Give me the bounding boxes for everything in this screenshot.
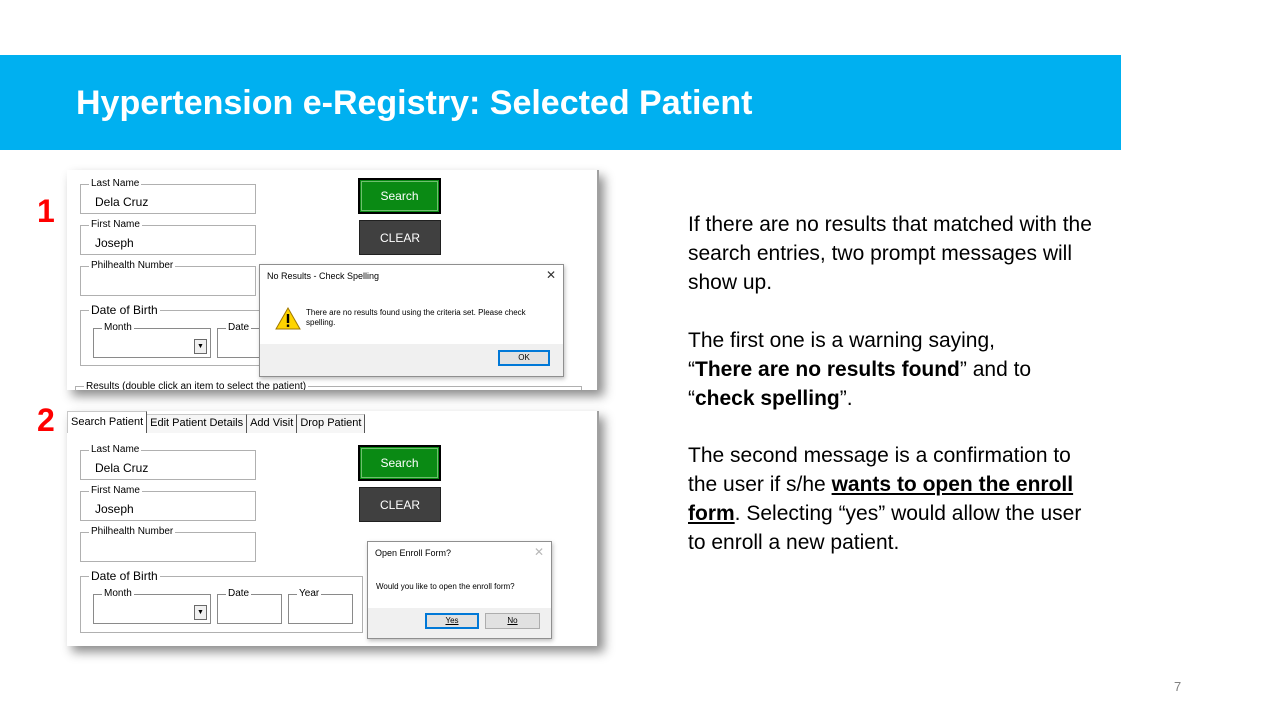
paragraph-3: The second message is a confirmation to … bbox=[688, 441, 1098, 557]
open-enroll-form-dialog: Open Enroll Form? ✕ Would you like to op… bbox=[367, 541, 552, 639]
last-name-field[interactable]: Last Name Dela Cruz bbox=[80, 443, 256, 480]
step-number-1: 1 bbox=[37, 193, 55, 229]
philhealth-field[interactable]: Philhealth Number bbox=[80, 259, 256, 296]
step-number-2: 2 bbox=[37, 402, 55, 438]
clear-button[interactable]: CLEAR bbox=[359, 487, 441, 522]
dialog-message: Would you like to open the enroll form? bbox=[376, 582, 515, 591]
close-icon[interactable]: ✕ bbox=[546, 268, 556, 282]
last-name-value: Dela Cruz bbox=[95, 461, 149, 475]
month-label: Month bbox=[102, 587, 134, 601]
dob-label: Date of Birth bbox=[89, 303, 160, 317]
paragraph-2: The first one is a warning saying, “Ther… bbox=[688, 326, 1098, 413]
results-group[interactable]: Results (double click an item to select … bbox=[75, 380, 582, 390]
date-of-birth-group: Date of Birth Month ▼ Date bbox=[80, 303, 280, 366]
month-label: Month bbox=[102, 321, 134, 335]
page-number: 7 bbox=[1174, 679, 1182, 694]
tab-strip: Search Patient Edit Patient Details Add … bbox=[67, 411, 366, 433]
search-button[interactable]: Search bbox=[358, 445, 441, 481]
date-label: Date bbox=[226, 321, 252, 335]
no-results-dialog: No Results - Check Spelling ✕ There are … bbox=[259, 264, 564, 377]
dropdown-arrow-icon[interactable]: ▼ bbox=[194, 339, 207, 354]
clear-button[interactable]: CLEAR bbox=[359, 220, 441, 255]
philhealth-field[interactable]: Philhealth Number bbox=[80, 525, 256, 562]
no-button[interactable]: No bbox=[485, 613, 540, 629]
screenshot-no-results: Last Name Dela Cruz First Name Joseph Ph… bbox=[67, 170, 599, 390]
first-name-label: First Name bbox=[89, 218, 142, 232]
date-label: Date bbox=[226, 587, 252, 601]
slide-title: Hypertension e-Registry: Selected Patien… bbox=[76, 84, 753, 122]
tab-add-visit[interactable]: Add Visit bbox=[247, 414, 298, 433]
close-icon[interactable]: ✕ bbox=[534, 545, 544, 559]
philhealth-label: Philhealth Number bbox=[89, 525, 176, 539]
last-name-value: Dela Cruz bbox=[95, 195, 149, 209]
first-name-field[interactable]: First Name Joseph bbox=[80, 218, 256, 255]
last-name-label: Last Name bbox=[89, 177, 142, 191]
dialog-footer: Yes No bbox=[368, 608, 551, 638]
screenshot-enroll-prompt: Search Patient Edit Patient Details Add … bbox=[67, 411, 599, 646]
p3-end: . Selecting “yes” would allow the user t… bbox=[688, 502, 1082, 554]
first-name-value: Joseph bbox=[95, 502, 134, 516]
p2-check-spelling-phrase: check spelling bbox=[695, 387, 840, 410]
date-of-birth-group: Date of Birth Month ▼ Date Year bbox=[80, 569, 363, 633]
p2-end: ”. bbox=[839, 387, 853, 410]
p2-and-to: ” and to bbox=[959, 358, 1032, 381]
p2-intro: The first one is a warning saying, bbox=[688, 329, 995, 352]
dob-label: Date of Birth bbox=[89, 569, 160, 583]
results-label: Results (double click an item to select … bbox=[84, 380, 309, 390]
first-name-label: First Name bbox=[89, 484, 142, 498]
p2-quote-open: “ bbox=[688, 358, 695, 381]
year-label: Year bbox=[297, 587, 322, 601]
p2-quote-open-2: “ bbox=[688, 387, 695, 410]
window-edge bbox=[597, 170, 599, 390]
month-select[interactable]: Month ▼ bbox=[93, 587, 211, 624]
tab-edit-patient-details[interactable]: Edit Patient Details bbox=[147, 414, 248, 433]
ok-button[interactable]: OK bbox=[498, 350, 550, 366]
dialog-footer: OK bbox=[260, 344, 563, 376]
first-name-field[interactable]: First Name Joseph bbox=[80, 484, 256, 521]
last-name-field[interactable]: Last Name Dela Cruz bbox=[80, 177, 256, 214]
tab-search-patient[interactable]: Search Patient bbox=[67, 411, 148, 433]
window-edge bbox=[597, 411, 599, 646]
last-name-label: Last Name bbox=[89, 443, 142, 457]
search-button[interactable]: Search bbox=[358, 178, 441, 214]
paragraph-1: If there are no results that matched wit… bbox=[688, 213, 1092, 294]
yes-button[interactable]: Yes bbox=[425, 613, 479, 629]
dialog-message: There are no results found using the cri… bbox=[306, 308, 526, 327]
p2-no-results-phrase: There are no results found bbox=[695, 358, 960, 381]
year-input[interactable]: Year bbox=[288, 587, 353, 624]
month-select[interactable]: Month ▼ bbox=[93, 321, 211, 358]
warning-icon bbox=[275, 307, 301, 330]
dialog-title: Open Enroll Form? bbox=[375, 548, 452, 558]
tab-drop-patient[interactable]: Drop Patient bbox=[297, 414, 366, 433]
dropdown-arrow-icon[interactable]: ▼ bbox=[194, 605, 207, 620]
date-input[interactable]: Date bbox=[217, 587, 282, 624]
philhealth-label: Philhealth Number bbox=[89, 259, 176, 273]
dialog-title: No Results - Check Spelling bbox=[267, 271, 380, 281]
first-name-value: Joseph bbox=[95, 236, 134, 250]
